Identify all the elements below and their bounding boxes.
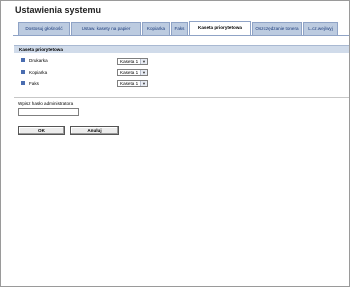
setting-row-fax: Faks xyxy=(21,79,39,89)
tab-volume[interactable]: Dostosuj głośność xyxy=(18,22,70,35)
page-title: Ustawienia systemu xyxy=(15,5,102,15)
tab-priority-tray[interactable]: Kaseta priorytetowa xyxy=(189,21,251,36)
settings-window: Ustawienia systemu Dostosuj głośność Ust… xyxy=(0,0,350,287)
tab-toner-saving[interactable]: Oszczędzanie tonera xyxy=(252,22,302,35)
tab-fax[interactable]: Faks xyxy=(171,22,188,35)
fax-tray-select[interactable]: Kaseta 1 ▼ xyxy=(117,80,148,87)
tab-paper-tray[interactable]: Ustaw. kasety na papier xyxy=(71,22,141,35)
tab-io-timeout[interactable]: L.cz.wej/wyj xyxy=(303,22,338,35)
ok-button[interactable]: OK xyxy=(18,126,65,135)
tab-underline xyxy=(13,35,349,36)
printer-tray-select[interactable]: Kaseta 1 ▼ xyxy=(117,58,148,65)
setting-row-printer: Drukarka xyxy=(21,56,48,66)
admin-password-input[interactable] xyxy=(18,108,79,116)
cancel-button[interactable]: Anuluj xyxy=(70,126,119,135)
password-label: Wpisz hasło administratora xyxy=(18,101,74,106)
chevron-down-icon[interactable]: ▼ xyxy=(140,81,147,86)
tab-copier[interactable]: Kopiarka xyxy=(142,22,170,35)
bullet-icon xyxy=(21,57,25,62)
bullet-icon xyxy=(21,69,25,74)
select-value: Kaseta 1 xyxy=(120,70,139,75)
select-value: Kaseta 1 xyxy=(120,81,139,86)
setting-label: Faks xyxy=(29,81,39,86)
chevron-down-icon[interactable]: ▼ xyxy=(140,70,147,75)
divider xyxy=(14,97,349,98)
setting-label: Drukarka xyxy=(29,58,48,63)
setting-row-copier: Kopiarka xyxy=(21,68,47,78)
copier-tray-select[interactable]: Kaseta 1 ▼ xyxy=(117,69,148,76)
bullet-icon xyxy=(21,80,25,85)
select-value: Kaseta 1 xyxy=(120,59,139,64)
setting-label: Kopiarka xyxy=(29,70,48,75)
chevron-down-icon[interactable]: ▼ xyxy=(140,59,147,64)
section-header: Kaseta priorytetowa xyxy=(14,45,349,53)
